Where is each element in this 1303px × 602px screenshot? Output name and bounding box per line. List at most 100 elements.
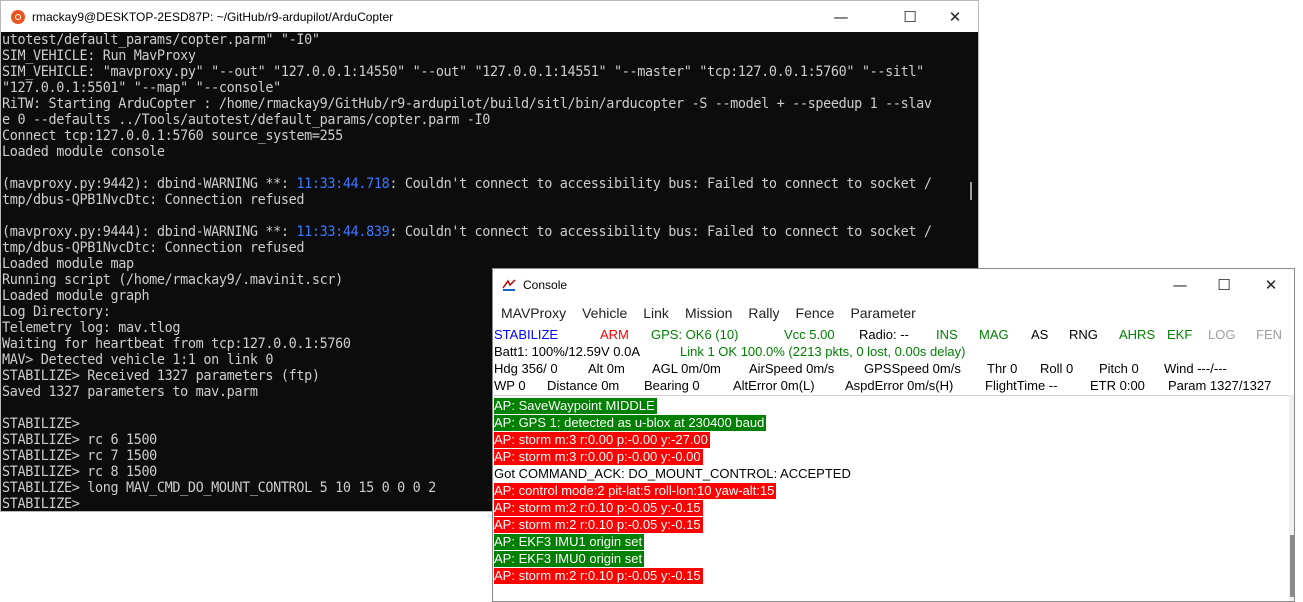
terminal-line: STABILIZE> rc 8 1500: [2, 464, 157, 480]
menu-link[interactable]: Link: [635, 305, 677, 321]
status-field: AirSpeed 0m/s: [749, 361, 835, 376]
menu-fence[interactable]: Fence: [788, 305, 843, 321]
terminal-line: "127.0.0.1:5501" "--map" "--console": [2, 80, 281, 96]
status-field: Hdg 356/ 0: [494, 361, 558, 376]
minimize-button[interactable]: —: [818, 1, 864, 32]
status-as: AS: [1031, 327, 1049, 342]
terminal-line: Telemetry log: mav.tlog: [2, 320, 181, 336]
terminal-line: STABILIZE> long MAV_CMD_DO_MOUNT_CONTROL…: [2, 480, 436, 496]
message-line: AP: storm m:2 r:0.10 p:-0.05 y:-0.15: [494, 568, 703, 584]
terminal-warning-text: : Couldn't connect to accessibility bus:…: [389, 176, 932, 192]
console-window[interactable]: Console — ☐ ✕ MAVProxy Vehicle Link Mission…: [492, 268, 1295, 602]
terminal-line: Connect tcp:127.0.0.1:5760 source_system…: [2, 128, 343, 144]
terminal-line: SIM_VEHICLE: Run MavProxy: [2, 48, 196, 64]
status-row-4: WP 0 Distance 0m Bearing 0 AltError 0m(L) As…: [494, 377, 1294, 394]
status-ahrs: AHRS: [1119, 327, 1156, 342]
status-ekf: EKF: [1167, 327, 1193, 342]
terminal-line: (mavproxy.py:9444): dbind-WARNING **: 11…: [2, 224, 932, 240]
terminal-line: STABILIZE> rc 6 1500: [2, 432, 157, 448]
terminal-timestamp: 11:33:44.839: [296, 224, 390, 240]
status-field: Alt 0m: [588, 361, 625, 376]
status-field: Bearing 0: [644, 378, 700, 393]
status-rng: RNG: [1069, 327, 1098, 342]
status-field: Pitch 0: [1099, 361, 1139, 376]
menu-rally[interactable]: Rally: [740, 305, 787, 321]
terminal-line: MAV> Detected vehicle 1:1 on link 0: [2, 352, 274, 368]
status-field: AspdError 0m/s(H): [845, 378, 954, 393]
status-field: GPSSpeed 0m/s: [864, 361, 961, 376]
menu-mission[interactable]: Mission: [677, 305, 740, 321]
status-link: Link 1 OK 100.0% (2213 pkts, 0 lost, 0.0…: [680, 344, 966, 359]
status-field: FlightTime --: [985, 378, 1058, 393]
status-gps: GPS: OK6 (10): [651, 327, 739, 342]
terminal-line: Saved 1327 parameters to mav.parm: [2, 384, 258, 400]
terminal-line: STABILIZE>: [2, 496, 80, 512]
console-maximize-button[interactable]: ☐: [1201, 269, 1247, 300]
message-line: AP: SaveWaypoint MIDDLE: [494, 398, 657, 414]
terminal-scrollbar-thumb[interactable]: [970, 182, 972, 200]
terminal-line: STABILIZE> Received 1327 parameters (ftp…: [2, 368, 320, 384]
status-row-2: Batt1: 100%/12.59V 0.0A Link 1 OK 100.0% …: [494, 343, 1294, 360]
console-app-icon: [501, 277, 517, 293]
terminal-line: RiTW: Starting ArduCopter : /home/rmacka…: [2, 96, 932, 112]
message-line: AP: GPS 1: detected as u-blox at 230400 …: [494, 415, 767, 431]
console-titlebar[interactable]: Console — ☐ ✕: [493, 269, 1294, 301]
status-row-3: Hdg 356/ 0 Alt 0m AGL 0m/0m AirSpeed 0m/s GP…: [494, 360, 1294, 377]
message-line: AP: storm m:3 r:0.00 p:-0.00 y:-27.00: [494, 432, 710, 448]
status-battery: Batt1: 100%/12.59V 0.0A: [494, 344, 640, 359]
terminal-timestamp: 11:33:44.718: [296, 176, 390, 192]
console-close-button[interactable]: ✕: [1248, 269, 1294, 300]
status-field: Thr 0: [987, 361, 1018, 376]
message-line: AP: storm m:2 r:0.10 p:-0.05 y:-0.15: [494, 517, 703, 533]
maximize-button[interactable]: ☐: [887, 1, 933, 32]
status-ins: INS: [936, 327, 958, 342]
status-radio: Radio: --: [859, 327, 909, 342]
status-field: WP 0: [494, 378, 526, 393]
terminal-line: tmp/dbus-QPB1NvcDtc: Connection refused: [2, 240, 305, 256]
console-title: Console: [523, 278, 568, 292]
terminal-line: e 0 --defaults ../Tools/autotest/default…: [2, 112, 491, 128]
terminal-line: Loaded module console: [2, 144, 165, 160]
status-row-1: STABILIZE ARM GPS: OK6 (10) Vcc 5.00 Radio: …: [494, 326, 1294, 343]
status-field: Distance 0m: [547, 378, 620, 393]
terminal-line: (mavproxy.py:9442): dbind-WARNING **: 11…: [2, 176, 932, 192]
terminal-titlebar[interactable]: rmackay9@DESKTOP-2ESD87P: ~/GitHub/r9-ar…: [1, 1, 978, 32]
menu-parameter[interactable]: Parameter: [842, 305, 923, 321]
status-vcc-5-00: Vcc 5.00: [784, 327, 835, 342]
terminal-line: Running script (/home/rmackay9/.mavinit.…: [2, 272, 343, 288]
terminal-line: Loaded module map: [2, 256, 134, 272]
close-button[interactable]: ✕: [932, 1, 978, 32]
console-message-log[interactable]: AP: SaveWaypoint MIDDLE AP: GPS 1: detect…: [494, 395, 1290, 601]
message-line: AP: control mode:2 pit-lat:5 roll-lon:10…: [494, 483, 777, 499]
message-line: Got COMMAND_ACK: DO_MOUNT_CONTROL: ACCEP…: [494, 466, 851, 481]
message-line: AP: storm m:3 r:0.00 p:-0.00 y:-0.00: [494, 449, 703, 465]
terminal-line: STABILIZE> rc 7 1500: [2, 448, 157, 464]
terminal-warning-text: : Couldn't connect to accessibility bus:…: [389, 224, 932, 240]
message-line: AP: EKF3 IMU1 origin set: [494, 534, 645, 550]
terminal-line: Loaded module graph: [2, 288, 150, 304]
menu-vehicle[interactable]: Vehicle: [574, 305, 635, 321]
console-scrollbar-thumb[interactable]: [1290, 535, 1294, 597]
message-line: AP: EKF3 IMU0 origin set: [494, 551, 645, 567]
status-field: AGL 0m/0m: [652, 361, 721, 376]
terminal-title: rmackay9@DESKTOP-2ESD87P: ~/GitHub/r9-ar…: [32, 9, 394, 24]
status-field: ETR 0:00: [1090, 378, 1145, 393]
console-scrollbar[interactable]: [1289, 395, 1294, 601]
status-fen: FEN: [1256, 327, 1282, 342]
status-stabilize: STABILIZE: [494, 327, 559, 342]
terminal-line: tmp/dbus-QPB1NvcDtc: Connection refused: [2, 192, 305, 208]
console-menubar: MAVProxy Vehicle Link Mission Rally Fence Para…: [493, 301, 1294, 325]
menu-mavproxy[interactable]: MAVProxy: [493, 305, 574, 321]
status-field: Roll 0: [1040, 361, 1074, 376]
status-field: Param 1327/1327: [1168, 378, 1272, 393]
console-minimize-button[interactable]: —: [1157, 269, 1203, 300]
status-field: AltError 0m(L): [733, 378, 815, 393]
terminal-line: utotest/default_params/copter.parm" "-I0…: [2, 32, 320, 48]
status-log: LOG: [1208, 327, 1236, 342]
terminal-line: SIM_VEHICLE: "mavproxy.py" "--out" "127.…: [2, 64, 924, 80]
terminal-line: Log Directory:: [2, 304, 111, 320]
ubuntu-icon: [11, 9, 25, 24]
message-line: AP: storm m:2 r:0.10 p:-0.05 y:-0.15: [494, 500, 703, 516]
status-field: Wind ---/---: [1164, 361, 1227, 376]
status-mag: MAG: [979, 327, 1009, 342]
